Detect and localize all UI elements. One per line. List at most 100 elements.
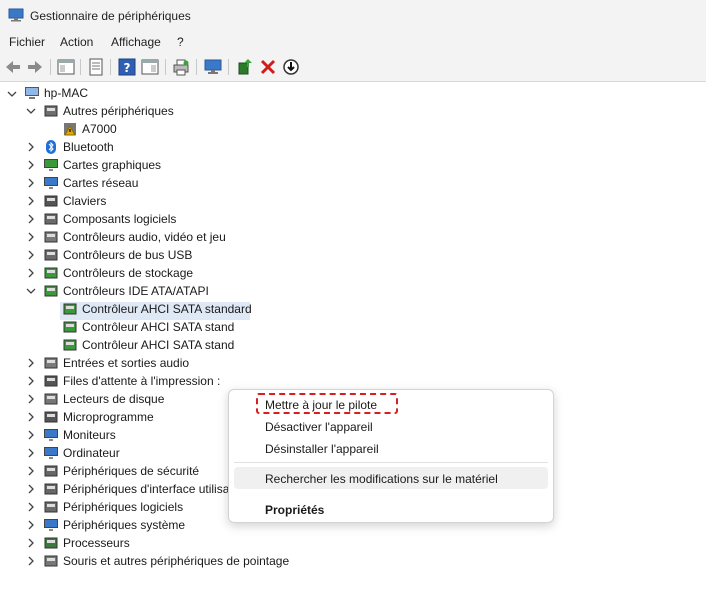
download-circle-icon[interactable] — [281, 57, 301, 77]
menu-action[interactable]: Action — [60, 35, 93, 49]
tree-category-label[interactable]: Processeurs — [63, 534, 130, 552]
chevron-right-icon[interactable] — [26, 214, 36, 224]
chevron-right-icon[interactable] — [26, 466, 36, 476]
printer-icon — [44, 375, 58, 387]
device-tree[interactable]: hp-MAC Autres périphériques A7000 Bluetoot… — [0, 83, 706, 602]
menu-separator — [234, 462, 548, 463]
speaker-icon — [44, 231, 58, 243]
unknown-device-icon — [44, 105, 58, 117]
toolbar-separator — [80, 59, 81, 75]
chevron-down-icon[interactable] — [26, 286, 36, 296]
uninstall-x-icon[interactable] — [258, 57, 278, 77]
chevron-right-icon[interactable] — [26, 484, 36, 494]
menu-view[interactable]: Affichage — [111, 35, 161, 49]
chevron-right-icon[interactable] — [26, 448, 36, 458]
toolbar-separator — [165, 59, 166, 75]
properties-menu-item[interactable]: Propriétés — [265, 503, 324, 517]
tree-category-label[interactable]: Ordinateur — [63, 444, 120, 462]
uninstall-device-menu-item[interactable]: Désinstaller l'appareil — [265, 442, 379, 456]
tree-category-label[interactable]: Cartes graphiques — [63, 156, 161, 174]
chevron-right-icon[interactable] — [26, 232, 36, 242]
svg-text:?: ? — [124, 61, 131, 75]
toolbar-separator — [50, 59, 51, 75]
warning-device-icon — [64, 123, 76, 136]
console-tree-icon[interactable] — [56, 57, 76, 77]
tree-category-label[interactable]: Files d'attente à l'impression : — [63, 372, 220, 390]
mouse-icon — [44, 555, 58, 567]
hid-icon — [44, 483, 58, 495]
software-device-icon — [44, 501, 58, 513]
tree-category-label[interactable]: Périphériques logiciels — [63, 498, 183, 516]
tree-root-label[interactable]: hp-MAC — [44, 84, 88, 102]
properties-sheet-icon[interactable] — [86, 57, 106, 77]
chevron-right-icon[interactable] — [26, 178, 36, 188]
tree-category-label[interactable]: Composants logiciels — [63, 210, 176, 228]
tree-device-label[interactable]: Contrôleur AHCI SATA stand — [82, 318, 234, 336]
keyboard-icon — [44, 195, 58, 207]
tree-category-label[interactable]: Contrôleurs de stockage — [63, 264, 193, 282]
tree-category-label[interactable]: Moniteurs — [63, 426, 116, 444]
display-adapter-icon — [44, 159, 58, 171]
tree-category-label[interactable]: Entrées et sorties audio — [63, 354, 189, 372]
chevron-down-icon[interactable] — [26, 106, 36, 116]
firmware-icon — [44, 411, 58, 423]
chevron-right-icon[interactable] — [26, 196, 36, 206]
tree-category-label[interactable]: Périphériques de sécurité — [63, 462, 199, 480]
tree-category-label[interactable]: Souris et autres périphériques de pointa… — [63, 552, 289, 570]
system-device-icon — [44, 519, 58, 531]
tree-category-label[interactable]: Périphériques d'interface utilisateur — [63, 480, 250, 498]
menu-file[interactable]: Fichier — [9, 35, 45, 49]
forward-arrow-icon[interactable] — [25, 57, 45, 77]
chevron-right-icon[interactable] — [26, 160, 36, 170]
tree-category-label[interactable]: Autres périphériques — [63, 102, 174, 120]
chevron-right-icon[interactable] — [26, 250, 36, 260]
tree-category-label[interactable]: Contrôleurs audio, vidéo et jeu — [63, 228, 226, 246]
audio-io-icon — [44, 357, 58, 369]
context-menu: Mettre à jour le pilote Désactiver l'app… — [228, 389, 554, 523]
device-manager-icon — [8, 8, 24, 22]
tree-device-label[interactable]: A7000 — [82, 120, 117, 138]
menu-help[interactable]: ? — [177, 35, 184, 49]
disable-device-menu-item[interactable]: Désactiver l'appareil — [265, 420, 373, 434]
tree-category-label[interactable]: Périphériques système — [63, 516, 185, 534]
tree-device-label[interactable]: Contrôleur AHCI SATA stand — [82, 336, 234, 354]
chevron-right-icon[interactable] — [26, 556, 36, 566]
tree-category-label[interactable]: Contrôleurs IDE ATA/ATAPI — [63, 282, 209, 300]
disk-drive-icon — [44, 393, 58, 405]
back-arrow-icon[interactable] — [3, 57, 23, 77]
software-component-icon — [44, 213, 58, 225]
update-driver-icon[interactable] — [235, 57, 255, 77]
monitor-icon — [44, 429, 58, 441]
sata-controller-icon — [63, 321, 77, 333]
tree-category-label[interactable]: Cartes réseau — [63, 174, 138, 192]
chevron-right-icon[interactable] — [26, 268, 36, 278]
chevron-right-icon[interactable] — [26, 520, 36, 530]
chevron-down-icon[interactable] — [7, 89, 17, 99]
chevron-right-icon[interactable] — [26, 412, 36, 422]
tree-category-label[interactable]: Contrôleurs de bus USB — [63, 246, 192, 264]
print-icon[interactable] — [171, 57, 191, 77]
chevron-right-icon[interactable] — [26, 394, 36, 404]
tree-device-label[interactable]: Contrôleur AHCI SATA standard — [82, 300, 252, 318]
tree-category-label[interactable]: Bluetooth — [63, 138, 114, 156]
chevron-right-icon[interactable] — [26, 142, 36, 152]
network-adapter-icon — [44, 177, 58, 189]
chevron-right-icon[interactable] — [26, 538, 36, 548]
help-icon[interactable]: ? — [117, 57, 137, 77]
computer-icon — [44, 447, 58, 459]
toolbar-separator — [110, 59, 111, 75]
scan-hardware-icon[interactable] — [203, 57, 223, 77]
bluetooth-icon — [46, 140, 56, 154]
chevron-right-icon[interactable] — [26, 376, 36, 386]
action-pane-icon[interactable] — [140, 57, 160, 77]
title-bar: Gestionnaire de périphériques — [0, 0, 706, 32]
tree-category-label[interactable]: Microprogramme — [63, 408, 154, 426]
toolbar-separator — [196, 59, 197, 75]
chevron-right-icon[interactable] — [26, 430, 36, 440]
tree-category-label[interactable]: Lecteurs de disque — [63, 390, 164, 408]
update-driver-menu-item[interactable]: Mettre à jour le pilote — [265, 398, 377, 412]
tree-category-label[interactable]: Claviers — [63, 192, 106, 210]
scan-changes-menu-item[interactable]: Rechercher les modifications sur le maté… — [265, 472, 498, 486]
chevron-right-icon[interactable] — [26, 502, 36, 512]
chevron-right-icon[interactable] — [26, 358, 36, 368]
